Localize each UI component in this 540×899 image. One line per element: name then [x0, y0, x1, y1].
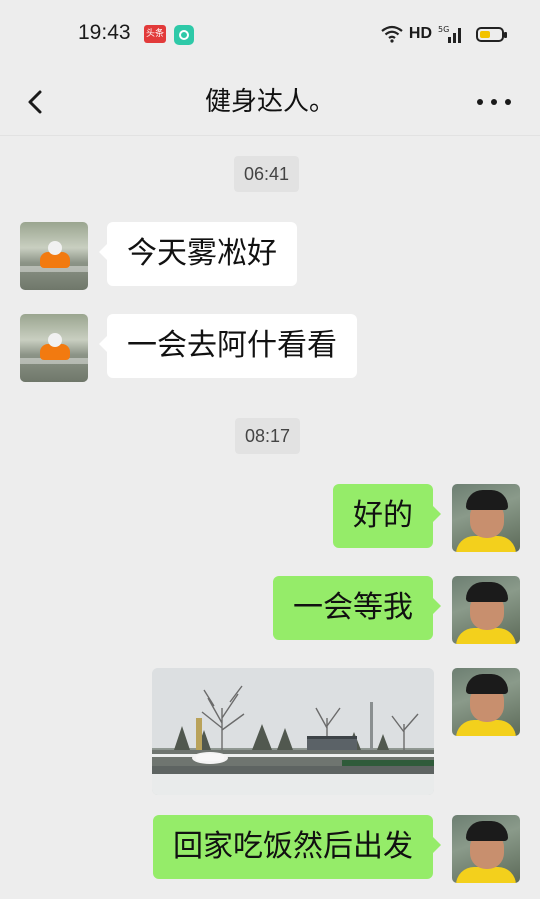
chat-title: 健身达人。 — [204, 87, 335, 117]
more-dots-icon — [477, 99, 511, 105]
battery-level — [480, 30, 490, 38]
contact-avatar[interactable] — [20, 222, 88, 290]
my-avatar[interactable] — [452, 815, 520, 883]
signal-label: 5G — [438, 25, 449, 34]
my-avatar[interactable] — [452, 668, 520, 736]
sent-message[interactable]: 一会等我 — [273, 576, 441, 640]
sent-photo-message[interactable] — [152, 668, 434, 795]
status-indicators: HD 5G — [381, 20, 507, 48]
message-timestamp: 08:17 — [235, 418, 301, 454]
signal-icon: 5G — [438, 24, 464, 44]
received-message[interactable]: 今天雾凇好 — [99, 222, 297, 286]
more-options-button[interactable] — [472, 78, 516, 126]
message-timestamp: 06:41 — [234, 156, 300, 192]
my-avatar[interactable] — [452, 576, 520, 644]
contact-avatar[interactable] — [20, 314, 88, 382]
notification-app-icon — [174, 25, 194, 45]
my-avatar[interactable] — [452, 484, 520, 552]
sent-message[interactable]: 回家吃饭然后出发 — [153, 815, 441, 879]
status-time: 19:43 — [78, 21, 131, 44]
battery-icon — [476, 26, 507, 42]
chat-header: 健身达人。 — [0, 68, 540, 136]
news-app-icon: 头条 — [144, 25, 166, 43]
snow-street-photo — [152, 668, 434, 795]
sent-message[interactable]: 好的 — [333, 484, 441, 548]
hd-indicator: HD — [408, 25, 432, 42]
status-bar: 19:43 头条 HD 5G — [0, 0, 540, 68]
received-message[interactable]: 一会去阿什看看 — [99, 314, 357, 378]
wifi-icon — [381, 25, 403, 43]
